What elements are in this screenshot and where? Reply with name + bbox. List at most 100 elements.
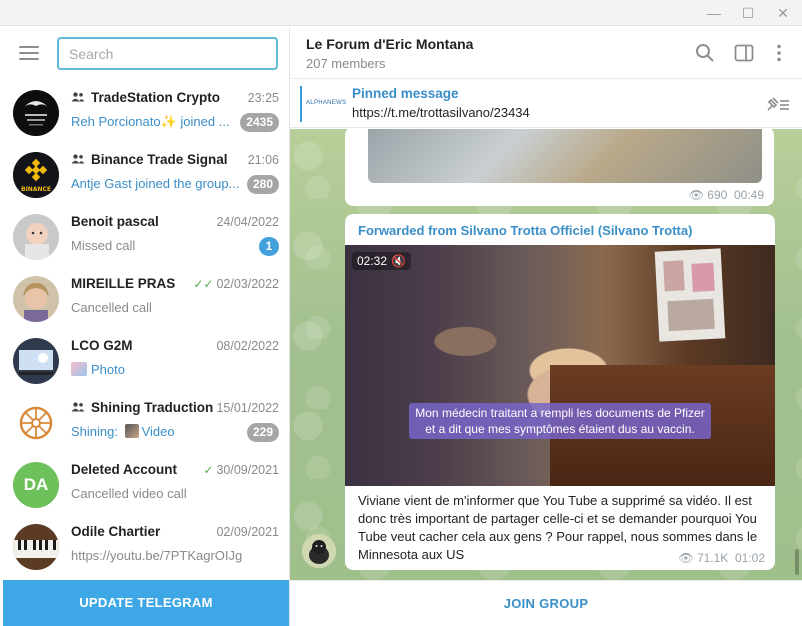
chat-item-deleted-account[interactable]: DA Deleted Account ✓ 30/09/2021 Cancelled…: [0, 455, 290, 517]
tradestation-avatar: [13, 90, 59, 136]
message-bubble[interactable]: 👁 690 00:49: [345, 129, 774, 206]
sent-checkmark-icon: ✓: [203, 463, 214, 477]
view-count: 690: [707, 188, 728, 202]
unread-badge: 229: [246, 423, 279, 442]
chat-date: 21:06: [247, 153, 279, 167]
unread-badge: 280: [246, 175, 279, 194]
message-time: 01:02: [734, 551, 765, 565]
chat-item-odile-chartier[interactable]: Odile Chartier 02/09/2021 https://youtu.…: [0, 517, 290, 579]
maximize-button[interactable]: ☐: [731, 0, 765, 26]
pinned-label: Pinned message: [352, 86, 459, 101]
chat-name: Benoit pascal: [71, 214, 159, 229]
member-count: 207 members: [306, 56, 386, 71]
chat-name: Shining Traduction: [71, 400, 213, 415]
chat-item-binance-trade-signal[interactable]: BINANCE Binance Trade Signal 21:06 Antje…: [0, 145, 290, 207]
chat-name: Deleted Account: [71, 462, 178, 477]
chat-name: Odile Chartier: [71, 524, 161, 539]
close-button[interactable]: ✕: [766, 0, 800, 26]
subtitle-line: Mon médecin traitant a rempli les docume…: [415, 406, 705, 420]
views-icon: 👁: [688, 188, 704, 202]
conversation-title: Le Forum d'Eric Montana: [306, 36, 474, 52]
group-icon: [71, 92, 87, 105]
message-meta: 👁 71.1K 01:02: [678, 551, 765, 565]
video-thumbnail-icon: [124, 424, 139, 438]
more-options-icon[interactable]: [769, 43, 789, 63]
chat-date-text: 30/09/2021: [216, 463, 279, 477]
chat-date: 23:25: [247, 91, 279, 105]
forwarded-from[interactable]: Forwarded from Silvano Trotta Officiel (…: [358, 223, 692, 238]
pin-list-icon[interactable]: [764, 94, 790, 114]
conversation-panel: Le Forum d'Eric Montana 207 members ALPH…: [290, 27, 802, 626]
chat-date: ✓✓ 02/03/2022: [193, 277, 279, 291]
chat-preview: Cancelled call: [71, 300, 152, 315]
message-area[interactable]: 👁 690 00:49 Forwarded from Silvano Trott…: [290, 129, 802, 580]
hamburger-menu-icon[interactable]: [19, 46, 39, 62]
chat-date-text: 02/03/2022: [216, 277, 279, 291]
chat-date: 08/02/2022: [216, 339, 279, 353]
message-photo[interactable]: [368, 129, 762, 183]
message-time: 00:49: [733, 188, 764, 202]
preview-media: Video: [141, 424, 175, 439]
chat-item-tradestation-crypto[interactable]: TradeStation Crypto 23:25 Reh Porcionato…: [0, 83, 290, 145]
pinned-text: https://t.me/trottasilvano/23434: [352, 105, 530, 120]
baby-avatar: [13, 214, 59, 260]
chat-item-shining-traduction[interactable]: Shining Traduction 15/01/2022 Shining: V…: [0, 393, 290, 455]
video-player[interactable]: 02:32 🔇 Mon médecin traitant a rempli les…: [345, 245, 775, 486]
chat-name: MIREILLE PRAS: [71, 276, 176, 291]
chat-preview: https://youtu.be/7PTKagrOIJg: [71, 548, 243, 563]
video-duration-badge: 02:32 🔇: [352, 252, 411, 270]
chat-item-lco-g2m[interactable]: LCO G2M 08/02/2022 Photo: [0, 331, 290, 393]
read-checkmarks-icon: ✓✓: [193, 277, 214, 291]
chat-name-text: Binance Trade Signal: [91, 152, 228, 167]
chat-preview: Missed call: [71, 238, 136, 253]
chat-date: 24/04/2022: [216, 215, 279, 229]
search-input[interactable]: [57, 37, 278, 70]
minimize-button[interactable]: —: [697, 0, 731, 26]
chat-date: ✓ 30/09/2021: [203, 463, 279, 477]
chat-name: LCO G2M: [71, 338, 133, 353]
window-titlebar: — ☐ ✕: [0, 0, 802, 26]
pinned-message-bar[interactable]: ALPHANEWS Pinned message https://t.me/tr…: [290, 80, 802, 128]
channel-avatar[interactable]: [302, 534, 336, 568]
muted-speaker-icon[interactable]: 🔇: [391, 254, 406, 268]
chat-preview-text: Photo: [91, 362, 125, 377]
chat-date: 02/09/2021: [216, 525, 279, 539]
group-icon: [71, 154, 87, 167]
chat-item-benoit-pascal[interactable]: Benoit pascal 24/04/2022 Missed call 1: [0, 207, 290, 269]
video-subtitle: Mon médecin traitant a rempli les docume…: [409, 403, 711, 439]
views-icon: 👁: [678, 551, 694, 565]
screen-avatar: [13, 338, 59, 384]
scrollbar[interactable]: [795, 549, 799, 575]
chat-name: TradeStation Crypto: [71, 90, 220, 105]
svg-text:BINANCE: BINANCE: [21, 186, 51, 193]
pinned-indicator: [300, 86, 302, 122]
video-duration: 02:32: [357, 254, 388, 268]
pinned-thumbnail: ALPHANEWS: [306, 100, 347, 106]
chat-date: 15/01/2022: [216, 401, 279, 415]
da-avatar: DA: [13, 462, 59, 508]
chat-name: Binance Trade Signal: [71, 152, 228, 167]
woman-avatar: [13, 276, 59, 322]
unread-badge: 1: [259, 237, 279, 256]
chat-preview: Cancelled video call: [71, 486, 187, 501]
preview-sender: Shining:: [71, 424, 118, 439]
update-telegram-button[interactable]: UPDATE TELEGRAM: [3, 580, 289, 626]
wheel-avatar: [13, 400, 59, 446]
sidebar-toggle-icon[interactable]: [734, 43, 754, 63]
photo-thumbnail-icon: [71, 362, 87, 376]
message-bubble[interactable]: Forwarded from Silvano Trotta Officiel (…: [345, 214, 775, 570]
chat-item-mireille-pras[interactable]: MIREILLE PRAS ✓✓ 02/03/2022 Cancelled cal…: [0, 269, 290, 331]
message-meta: 👁 690 00:49: [689, 188, 764, 202]
chat-preview: Antje Gast joined the group...: [71, 176, 240, 191]
search-icon[interactable]: [695, 43, 715, 63]
view-count: 71.1K: [696, 551, 729, 565]
video-sign-prop: [654, 248, 726, 342]
binance-avatar: BINANCE: [13, 152, 59, 198]
join-group-button[interactable]: JOIN GROUP: [290, 580, 802, 626]
chat-name-text: TradeStation Crypto: [91, 90, 221, 105]
group-icon: [71, 402, 87, 415]
subtitle-line: et a dit que mes symptômes étaient dus a…: [425, 422, 695, 436]
chat-preview: Reh Porcionato✨ joined ...: [71, 114, 230, 129]
conversation-header[interactable]: Le Forum d'Eric Montana 207 members: [290, 27, 802, 79]
unread-badge: 2435: [240, 113, 279, 132]
